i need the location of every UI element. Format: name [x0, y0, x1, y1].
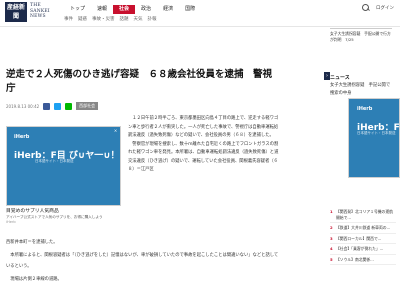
nav-item-society[interactable]: 社会 [113, 5, 136, 14]
header-divider [0, 26, 400, 27]
ad-subtext: 日本語サイト・日本発送 [357, 131, 396, 135]
article-body: １２日午前２時半ごろ、東京都墨田区向島４丁目の路上で、逆走する軽ワゴン車と歩行者… [128, 115, 282, 175]
facebook-share-icon[interactable] [43, 102, 51, 110]
logo-line: NEWS [30, 14, 46, 19]
ad-banner[interactable]: iHerb iHerb：F目 び∪ヤ一∪！ 日本語サイト・日本発送 × [6, 126, 121, 206]
ad-caption[interactable]: 目覚めのサプリ人気商品 アイハーブ公式ストアで人気のサプリを、お得に購入しよう … [6, 208, 121, 225]
rank-text: 【関西ローカル】関西で... [336, 235, 382, 241]
article-date: 2019.8.13 00:42 [6, 103, 40, 109]
ad-caption-brand: iHerb [6, 220, 16, 224]
rank-number: 1 [330, 209, 333, 214]
section-tag[interactable]: 西部社会 [76, 102, 99, 110]
nav-item-breaking[interactable]: 速報 [91, 5, 113, 14]
article-continuation: 西新井本町＝を逮捕した。 本所署によると、関根容疑者は「（ひき逃げをした）記憶は… [6, 237, 282, 287]
sidebar-ad-banner[interactable]: iHerb iHerb：F目 び∪ヤ一∪！ 日本語サイト・日本発送 [348, 98, 400, 178]
rank-number: 4 [330, 246, 333, 251]
nav-item-politics[interactable]: 政治 [135, 5, 157, 14]
header-tools: ログイン [362, 4, 394, 12]
login-link[interactable]: ログイン [376, 5, 394, 11]
subnav-item[interactable]: 疑惑 [78, 16, 87, 22]
article-paragraph: １２日午前２時半ごろ、東京都墨田区向島４丁目の路上で、逆走する軽ワゴン車と歩行者… [128, 116, 279, 138]
line-share-icon[interactable] [65, 102, 73, 110]
ad-close-icon[interactable]: × [113, 128, 118, 133]
ad-subtext: 日本語サイト・日本発送 [35, 159, 74, 163]
twitter-share-icon[interactable] [54, 102, 62, 110]
article-main: 逆走で２人死傷のひき逃げ容疑 ６８歳会社役員を逮捕 警視庁 2019.8.13 … [6, 28, 328, 300]
main-nav: トップ 速報 社会 政治 経済 国際 [64, 5, 201, 14]
site-logo-text[interactable]: THE SANKEI NEWS [30, 3, 50, 20]
rank-number: 2 [330, 225, 333, 230]
rank-number: 5 [330, 256, 333, 262]
rank-text: 【ソウル】南北関係... [336, 256, 374, 262]
sub-nav: 事件 疑惑 事故・災害 話題 天気 訃報 [64, 16, 157, 22]
article-paragraph: 本所署によると、関根容疑者は「（ひき逃げをした）記憶はないが、車が破損していたの… [6, 253, 279, 269]
sidebar-top-text[interactable]: 女子大生誘拐容疑 手配公開で行方が判明 7/25 [330, 28, 392, 43]
site-header: 産経新聞 THE SANKEI NEWS トップ 速報 社会 政治 経済 国際 … [0, 0, 400, 26]
site-logo[interactable]: 産経新聞 [5, 2, 27, 22]
nav-item-top[interactable]: トップ [64, 5, 91, 14]
sidebar-title: ニュース [330, 75, 350, 81]
subnav-item[interactable]: 訃報 [148, 16, 157, 22]
article-paragraph: 警察官が現場を捜索し、数十ｍ離れた自宅近くの路上でフロントガラスの割れた軽ワゴン… [128, 141, 279, 173]
sidebar-item[interactable]: 捜索の中身 [330, 91, 396, 99]
sidebar-item[interactable]: 女子大生誘拐容疑 手記公開で [330, 83, 396, 91]
subnav-item[interactable]: 事故・災害 [92, 16, 115, 22]
nav-item-international[interactable]: 国際 [179, 5, 201, 14]
rank-text: 【関西発】北コリア１号機の運航開始で... [336, 209, 393, 220]
article-paragraph: 現場は片側２車線の道路。 [6, 277, 62, 282]
ad-brand: iHerb [14, 134, 30, 140]
ranking-item[interactable]: 4 【社会】「乗客が倒れた」... [330, 244, 396, 255]
subnav-item[interactable]: 事件 [64, 16, 73, 22]
ad-caption-title: 目覚めのサプリ人気商品 [6, 209, 59, 214]
article-paragraph: 西新井本町＝を逮捕した。 [6, 240, 58, 245]
ad-brand: iHerb [357, 106, 373, 112]
rank-text: 【社会】「乗客が倒れた」... [336, 246, 384, 251]
ranking-list: 1 【関西発】北コリア１号機の運航開始で... 2 【鉄道】大井川鉄道 新車両の… [330, 207, 396, 265]
ranking-item[interactable]: 3 【関西ローカル】関西で... [330, 234, 396, 244]
rank-number: 3 [330, 235, 333, 241]
article-meta: 2019.8.13 00:42 西部社会 [6, 102, 99, 110]
rank-text: 【鉄道】大井川鉄道 新車両の... [336, 225, 391, 230]
subnav-item[interactable]: 話題 [120, 16, 129, 22]
ranking-item[interactable]: 1 【関西発】北コリア１号機の運航開始で... [330, 207, 396, 223]
ranking-item[interactable]: 5 【ソウル】南北関係... [330, 255, 396, 265]
subnav-item[interactable]: 天気 [134, 16, 143, 22]
nav-item-economy[interactable]: 経済 [157, 5, 179, 14]
ranking-item[interactable]: 2 【鉄道】大井川鉄道 新車両の... [330, 223, 396, 234]
article-headline: 逆走で２人死傷のひき逃げ容疑 ６８歳会社役員を逮捕 警視庁 [6, 69, 273, 94]
search-icon[interactable] [362, 4, 370, 12]
sidebar-list: 女子大生誘拐容疑 手記公開で 捜索の中身 [330, 83, 396, 98]
